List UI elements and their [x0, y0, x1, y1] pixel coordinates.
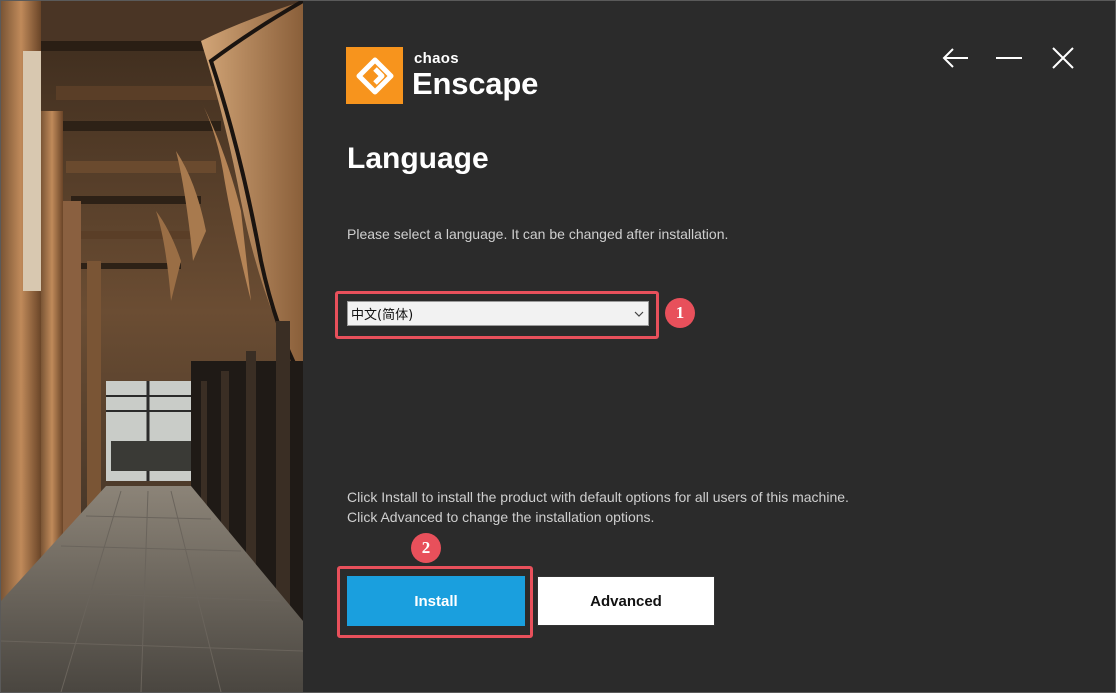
enscape-logo: chaos Enscape: [346, 47, 538, 104]
logo-company: chaos: [414, 50, 459, 67]
step-badge-2: 2: [411, 533, 441, 563]
install-button[interactable]: Install: [347, 576, 525, 626]
language-prompt: Please select a language. It can be chan…: [347, 226, 729, 242]
language-select[interactable]: 中文(简体): [347, 301, 649, 326]
step-badge-1: 1: [665, 298, 695, 328]
hero-image: [1, 1, 303, 692]
install-info-line-2: Click Advanced to change the installatio…: [347, 509, 655, 525]
installer-window: chaos Enscape Language Please select a l…: [0, 0, 1116, 693]
minimize-icon[interactable]: [994, 43, 1024, 73]
language-select-value: 中文(简体): [351, 308, 414, 323]
chevron-down-icon[interactable]: [630, 302, 648, 325]
advanced-button[interactable]: Advanced: [537, 576, 715, 626]
close-icon[interactable]: [1048, 43, 1078, 73]
logo-product: Enscape: [412, 66, 539, 101]
install-info-line-1: Click Install to install the product wit…: [347, 489, 849, 505]
enscape-logo-icon: [346, 47, 403, 104]
page-title: Language: [347, 142, 489, 175]
back-arrow-icon[interactable]: [941, 43, 971, 73]
install-info: Click Install to install the product wit…: [347, 487, 849, 527]
